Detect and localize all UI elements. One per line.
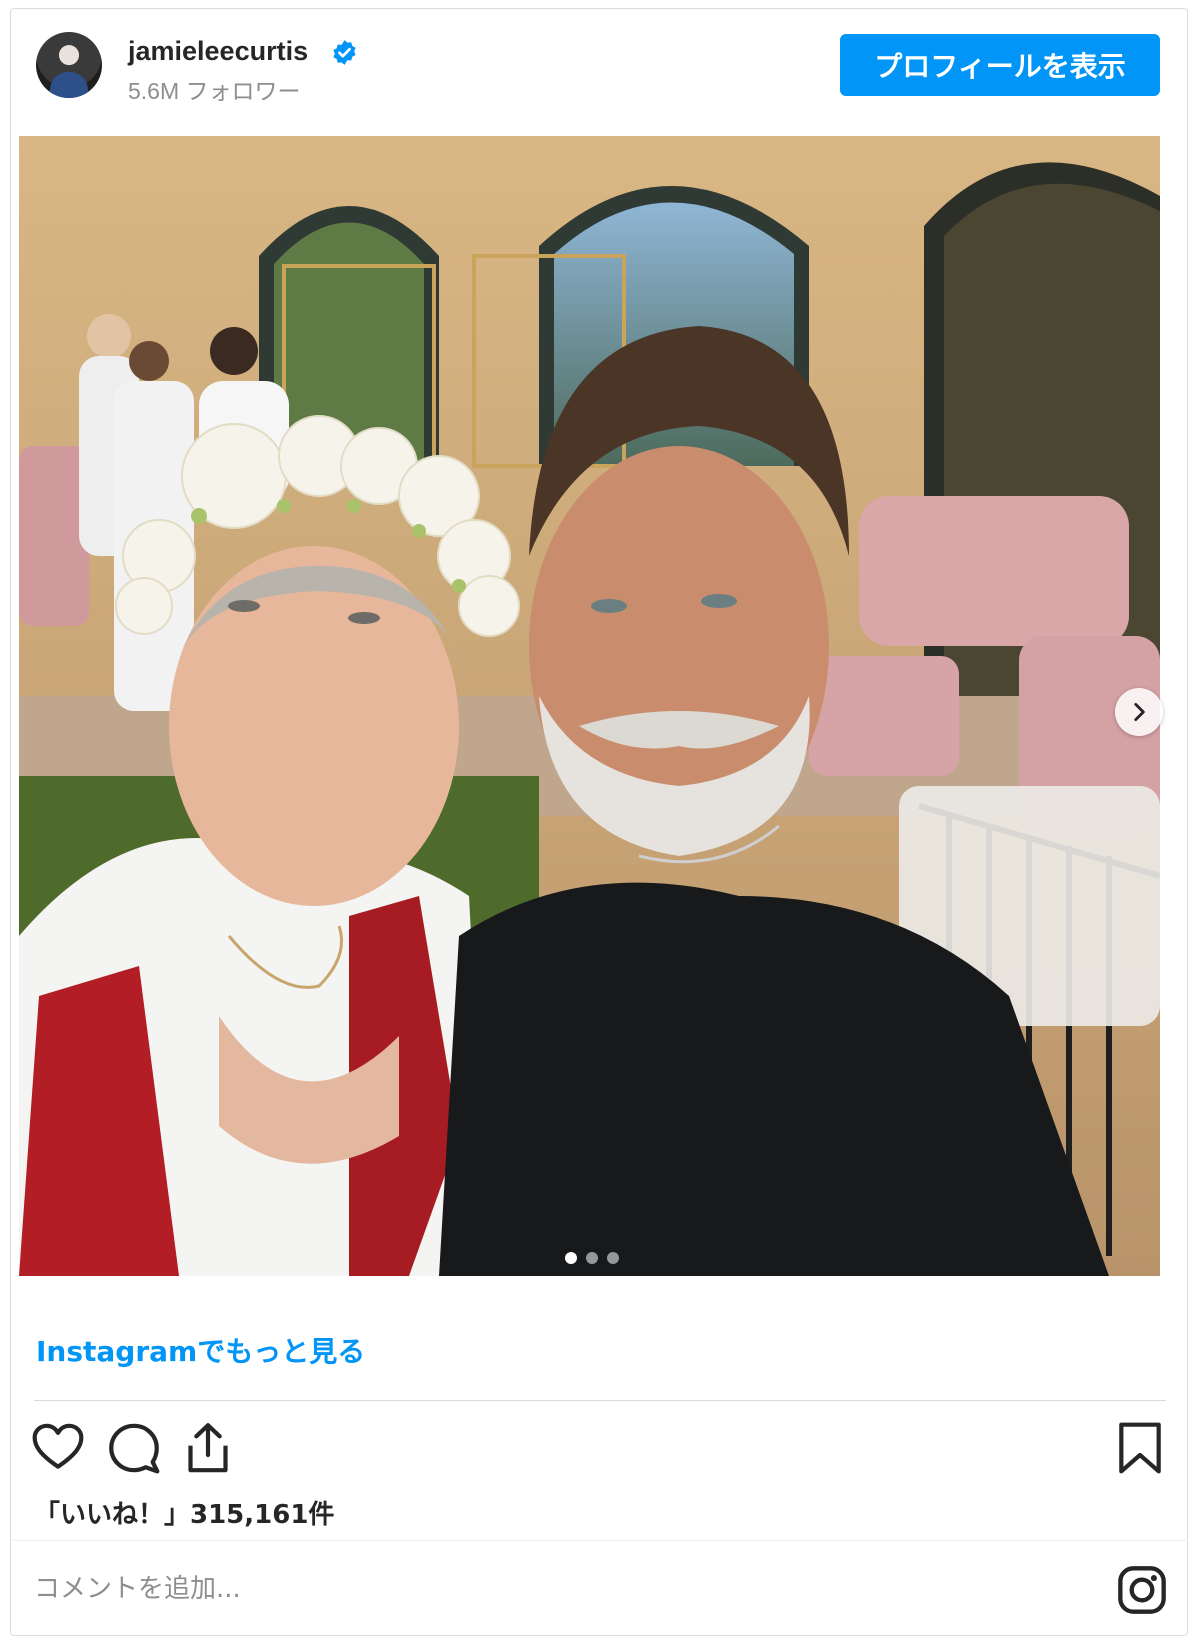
- view-more-on-instagram-link[interactable]: Instagramでもっと見る: [36, 1330, 365, 1370]
- next-image-button[interactable]: [1115, 688, 1163, 736]
- carousel-indicator: [565, 1252, 619, 1266]
- heart-icon[interactable]: [30, 1420, 86, 1476]
- avatar[interactable]: [36, 32, 102, 98]
- comment-icon[interactable]: [106, 1420, 162, 1476]
- instagram-logo-icon[interactable]: [1116, 1564, 1168, 1616]
- post-photo[interactable]: [19, 136, 1160, 1276]
- carousel-dot: [565, 1252, 577, 1264]
- post-header: jamieleecurtis 5.6M フォロワー プロフィールを表示: [10, 8, 1188, 128]
- comment-input[interactable]: [32, 1564, 1016, 1614]
- chevron-right-icon: [1134, 703, 1145, 721]
- follower-count: 5.6M フォロワー: [128, 78, 301, 104]
- carousel-dot: [607, 1252, 619, 1264]
- view-profile-button[interactable]: プロフィールを表示: [840, 34, 1160, 96]
- bookmark-icon[interactable]: [1112, 1420, 1168, 1476]
- like-count: 「いいね！」315,161件: [34, 1500, 335, 1530]
- carousel-dot: [586, 1252, 598, 1264]
- divider: [10, 1540, 1188, 1541]
- divider: [34, 1400, 1166, 1401]
- photo-illustration: [19, 136, 1160, 1276]
- share-icon[interactable]: [180, 1420, 236, 1476]
- username[interactable]: jamieleecurtis: [128, 36, 308, 67]
- verified-badge-icon: [333, 40, 356, 65]
